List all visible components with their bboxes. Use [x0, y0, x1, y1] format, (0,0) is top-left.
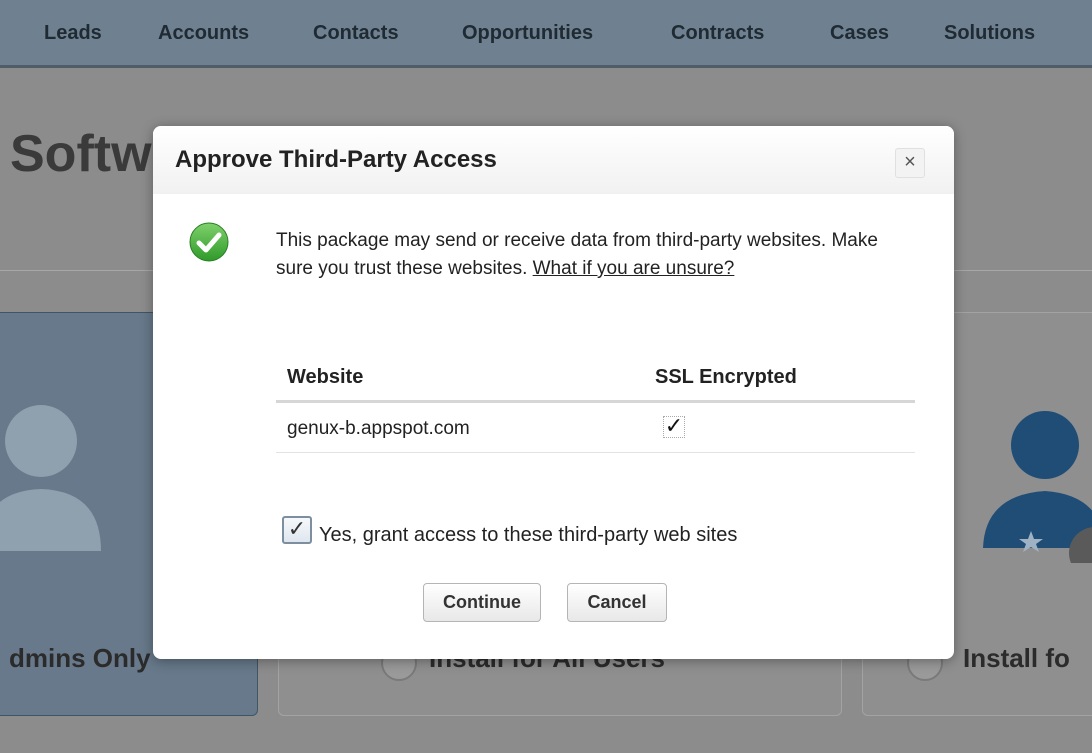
approve-access-dialog: Approve Third-Party Access × This packag…: [153, 126, 954, 659]
column-header-ssl: SSL Encrypted: [655, 366, 797, 388]
grant-access-label[interactable]: Yes, grant access to these third-party w…: [319, 524, 737, 547]
install-option-label: dmins Only: [9, 643, 151, 673]
dialog-title: Approve Third-Party Access: [175, 146, 497, 173]
top-nav-bar: Leads Accounts Contacts Opportunities Co…: [0, 0, 1092, 68]
nav-tab-opportunities[interactable]: Opportunities: [462, 22, 593, 45]
table-row-divider: [276, 452, 915, 453]
dialog-message: This package may send or receive data fr…: [276, 227, 916, 283]
website-cell: genux-b.appspot.com: [287, 418, 470, 439]
continue-button[interactable]: Continue: [423, 583, 541, 622]
page-title: Softw: [10, 125, 152, 183]
success-check-icon: [189, 222, 229, 262]
nav-tab-contracts[interactable]: Contracts: [671, 22, 764, 45]
checkbox-check-icon: ✓: [287, 516, 307, 541]
user-silhouette-icon: [0, 405, 101, 551]
column-header-website: Website: [287, 366, 364, 388]
help-link[interactable]: What if you are unsure?: [533, 258, 735, 279]
install-option-label: Install fo: [963, 643, 1070, 673]
dialog-header: Approve Third-Party Access ×: [153, 126, 954, 194]
nav-tab-contacts[interactable]: Contacts: [313, 22, 399, 45]
nav-tab-accounts[interactable]: Accounts: [158, 22, 249, 45]
nav-tab-leads[interactable]: Leads: [44, 22, 102, 45]
nav-tab-solutions[interactable]: Solutions: [944, 22, 1035, 45]
cancel-button[interactable]: Cancel: [567, 583, 667, 622]
nav-tab-cases[interactable]: Cases: [830, 22, 889, 45]
admin-user-icon: [983, 411, 1092, 563]
grant-access-checkbox[interactable]: ✓: [282, 516, 312, 544]
close-icon: ×: [904, 151, 916, 173]
ssl-checkmark-icon: ✓: [663, 413, 685, 438]
table-header-divider: [276, 400, 915, 403]
close-button[interactable]: ×: [895, 148, 925, 178]
